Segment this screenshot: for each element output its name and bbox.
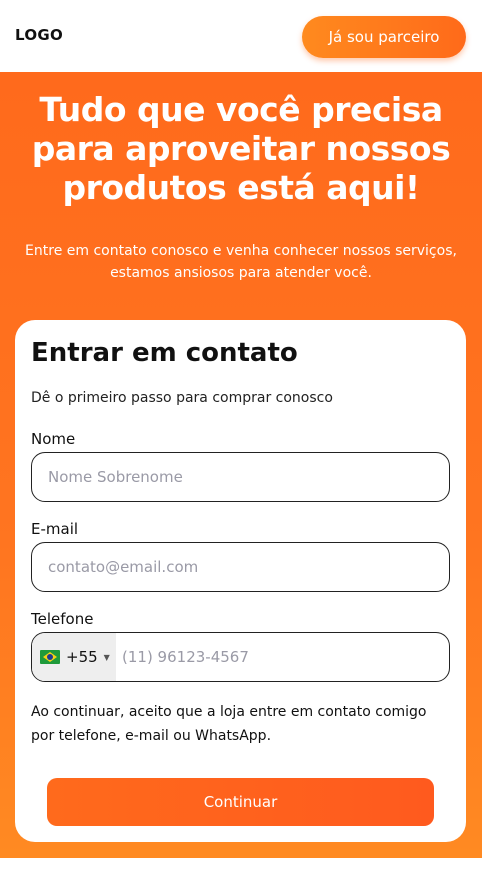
contact-form-card: Entrar em contato Dê o primeiro passo pa… <box>15 320 466 842</box>
name-field[interactable] <box>31 452 450 502</box>
form-title: Entrar em contato <box>31 338 298 368</box>
chevron-down-icon: ▼ <box>103 652 110 662</box>
email-field[interactable] <box>31 542 450 592</box>
brazil-flag-icon <box>40 650 60 664</box>
name-label: Nome <box>31 430 76 448</box>
already-partner-button[interactable]: Já sou parceiro <box>302 16 466 58</box>
phone-field-wrapper: +55 ▼ <box>31 632 450 682</box>
continue-button[interactable]: Continuar <box>47 778 434 826</box>
phone-label: Telefone <box>31 610 94 628</box>
hero-title: Tudo que você precisa para aproveitar no… <box>31 90 451 207</box>
logo[interactable]: LOGO <box>15 26 63 44</box>
hero-section: Tudo que você precisa para aproveitar no… <box>0 72 482 858</box>
consent-text: Ao continuar, aceito que a loja entre em… <box>31 704 427 744</box>
country-code-select[interactable]: +55 ▼ <box>32 633 116 681</box>
hero-subtitle: Entre em contato conosco e venha conhece… <box>25 243 457 281</box>
top-bar: LOGO Já sou parceiro <box>0 0 484 72</box>
email-label: E-mail <box>31 520 79 538</box>
form-description: Dê o primeiro passo para comprar conosco <box>31 390 333 406</box>
phone-input[interactable] <box>116 633 449 681</box>
country-dial-code: +55 <box>66 648 98 666</box>
